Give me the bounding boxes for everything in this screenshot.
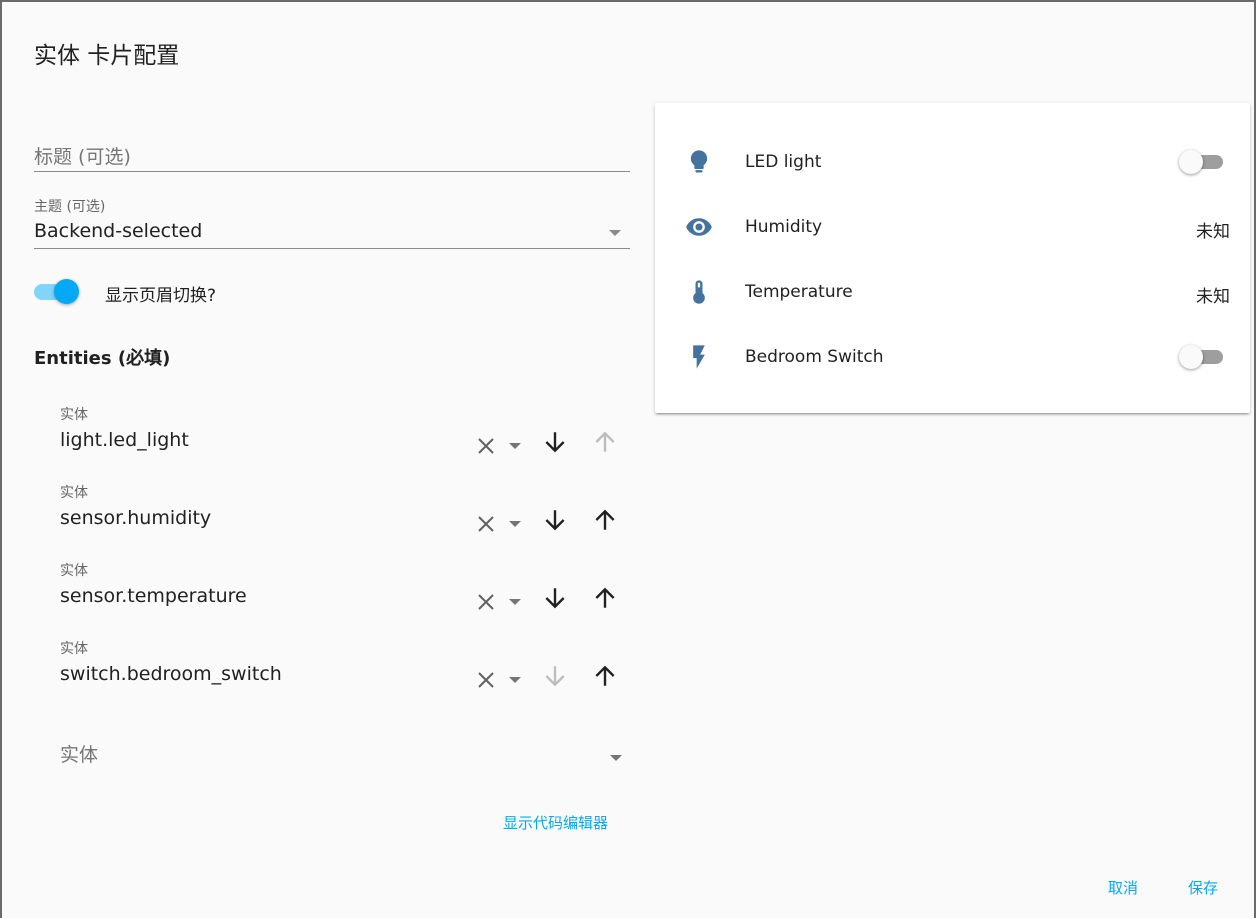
theme-select[interactable]: 主题 (可选) Backend-selected	[34, 194, 630, 249]
card-config-dialog: 实体 卡片配置 标题 (可选) 主题 (可选) Backend-selected…	[0, 0, 1256, 918]
entity-label: 实体	[60, 563, 88, 579]
new-entity-placeholder: 实体	[60, 744, 99, 766]
arrow-down-icon[interactable]	[542, 429, 568, 455]
entity-value: sensor.humidity	[60, 507, 212, 529]
led-light-toggle[interactable]	[1179, 150, 1225, 174]
entity-picker[interactable]: 实体 light.led_light	[60, 396, 530, 460]
flash-icon[interactable]	[685, 343, 713, 371]
theme-label: 主题 (可选)	[34, 199, 106, 215]
dialog-title: 实体 卡片配置	[34, 43, 180, 69]
entity-state: 未知	[1196, 287, 1230, 307]
theme-underline	[34, 248, 630, 249]
entity-name: Humidity	[745, 217, 823, 237]
chevron-down-icon[interactable]	[509, 677, 521, 683]
header-toggle-row: 显示页眉切换?	[34, 278, 434, 306]
theme-value: Backend-selected	[34, 220, 203, 242]
close-icon[interactable]	[474, 590, 498, 614]
entity-row-led-light[interactable]: LED light	[655, 142, 1250, 182]
entity-state: 未知	[1196, 222, 1230, 242]
lightbulb-icon[interactable]	[685, 148, 713, 176]
entity-row: 实体 switch.bedroom_switch	[60, 630, 630, 694]
thermometer-icon[interactable]	[685, 278, 713, 306]
close-icon[interactable]	[474, 512, 498, 536]
chevron-down-icon[interactable]	[509, 599, 521, 605]
toggle-thumb	[1179, 150, 1203, 174]
entity-picker[interactable]: 实体 sensor.temperature	[60, 552, 530, 616]
entity-label: 实体	[60, 641, 88, 657]
entity-row-humidity[interactable]: Humidity 未知	[655, 207, 1250, 247]
title-placeholder: 标题 (可选)	[34, 146, 131, 168]
entity-row: 实体 sensor.temperature	[60, 552, 630, 616]
show-code-editor-button[interactable]: 显示代码编辑器	[503, 812, 608, 833]
cancel-button[interactable]: 取消	[1108, 877, 1138, 898]
entity-label: 实体	[60, 407, 88, 423]
arrow-up-icon	[595, 431, 615, 452]
toggle-thumb	[1179, 345, 1203, 369]
arrow-up-icon[interactable]	[592, 663, 618, 689]
bedroom-switch-toggle[interactable]	[1179, 345, 1225, 369]
save-button[interactable]: 保存	[1188, 877, 1218, 898]
toggle-thumb	[54, 279, 79, 304]
entity-row: 实体 light.led_light	[60, 396, 630, 460]
entity-picker[interactable]: 实体 sensor.humidity	[60, 474, 530, 538]
entity-label: 实体	[60, 485, 88, 501]
entity-value: switch.bedroom_switch	[60, 663, 282, 685]
title-underline	[34, 171, 630, 172]
entities-heading: Entities (必填)	[34, 348, 171, 369]
chevron-down-icon[interactable]	[509, 521, 521, 527]
close-icon[interactable]	[474, 434, 498, 458]
entity-row-temperature[interactable]: Temperature 未知	[655, 272, 1250, 312]
entity-value: sensor.temperature	[60, 585, 247, 607]
entity-row-bedroom-switch[interactable]: Bedroom Switch	[655, 337, 1250, 377]
arrow-up-icon[interactable]	[592, 507, 618, 533]
header-toggle-label: 显示页眉切换?	[105, 286, 217, 306]
entity-name: Temperature	[745, 282, 853, 302]
arrow-down-icon	[545, 666, 565, 687]
entity-value: light.led_light	[60, 429, 189, 451]
entity-name: LED light	[745, 152, 822, 172]
arrow-down-icon[interactable]	[542, 507, 568, 533]
arrow-up-icon[interactable]	[592, 585, 618, 611]
entity-row: 实体 sensor.humidity	[60, 474, 630, 538]
chevron-down-icon	[610, 755, 622, 761]
title-input[interactable]: 标题 (可选)	[34, 138, 630, 172]
new-entity-picker[interactable]: 实体	[60, 734, 630, 770]
entity-picker[interactable]: 实体 switch.bedroom_switch	[60, 630, 530, 694]
chevron-down-icon[interactable]	[509, 443, 521, 449]
close-icon[interactable]	[474, 668, 498, 692]
entities-card-preview: LED light Humidity 未知 Temperature 未知 Bed…	[655, 103, 1250, 413]
arrow-down-icon[interactable]	[542, 585, 568, 611]
entity-name: Bedroom Switch	[745, 347, 884, 367]
chevron-down-icon	[609, 230, 621, 236]
eye-icon[interactable]	[685, 213, 713, 241]
